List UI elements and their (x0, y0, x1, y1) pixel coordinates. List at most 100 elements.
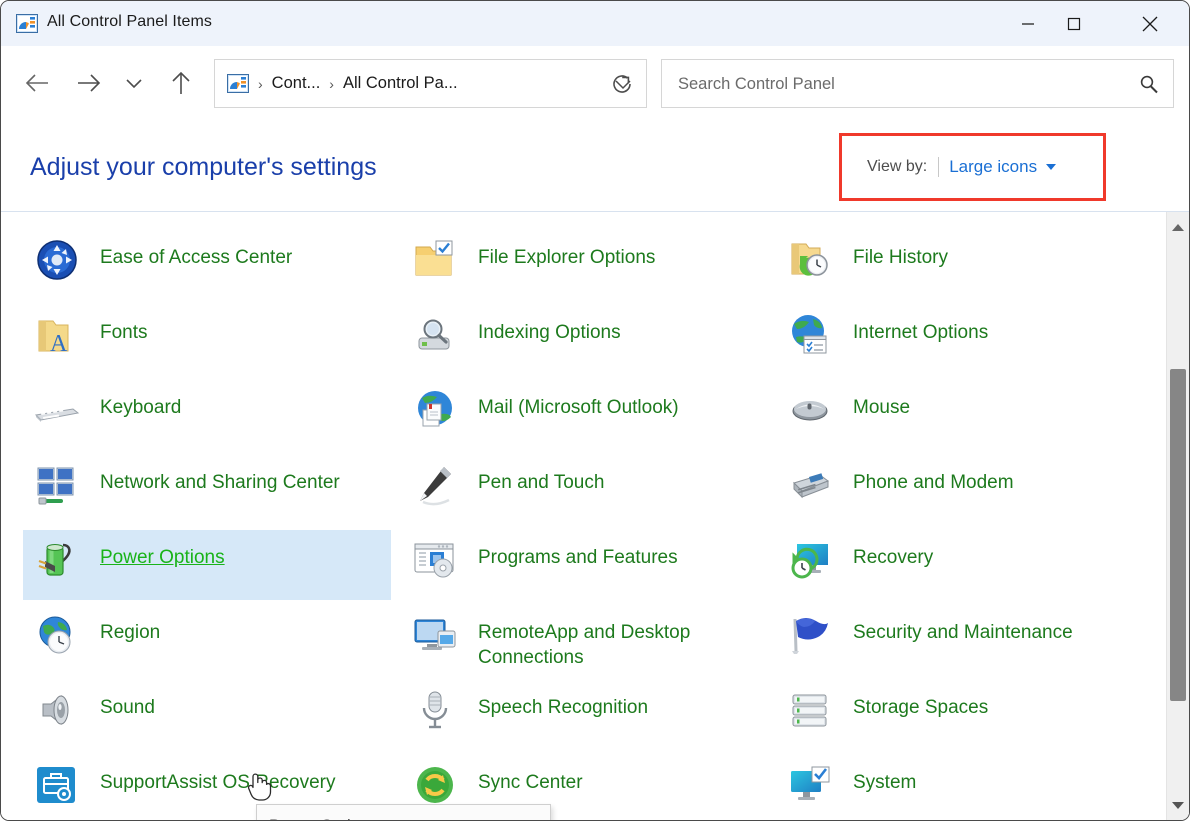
control-panel-item[interactable]: Pen and Touch (401, 455, 773, 525)
region-globe-icon (33, 611, 81, 659)
breadcrumb-separator: › (258, 76, 263, 92)
page-title: Adjust your computer's settings (30, 153, 377, 182)
mouse-icon (786, 386, 834, 434)
programs-features-icon (411, 536, 459, 584)
control-panel-item[interactable]: Programs and Features (401, 530, 773, 600)
control-panel-item[interactable]: System (776, 755, 1154, 820)
mail-icon (411, 386, 459, 434)
control-panel-item-label: Speech Recognition (478, 686, 648, 720)
control-panel-item[interactable]: Mail (Microsoft Outlook) (401, 380, 773, 450)
control-panel-item[interactable]: Storage Spaces (776, 680, 1154, 750)
scroll-down-arrow-icon[interactable] (1167, 794, 1189, 816)
scrollbar-thumb[interactable] (1170, 369, 1186, 701)
forward-button[interactable] (69, 63, 109, 103)
control-panel-item[interactable]: Keyboard (23, 380, 391, 450)
control-panel-item-label: Programs and Features (478, 536, 678, 570)
control-panel-item-label: Region (100, 611, 160, 645)
system-icon (786, 761, 834, 809)
control-panel-item[interactable]: Region (23, 605, 391, 675)
power-options-icon (33, 536, 81, 584)
search-box[interactable] (661, 59, 1174, 108)
tooltip-title: Power Options (269, 814, 538, 820)
file-history-icon (786, 236, 834, 284)
view-by-highlight-box: View by: Large icons (839, 133, 1106, 201)
tooltip: Power Options Conserve energy or maximiz… (256, 804, 551, 820)
back-button[interactable] (17, 63, 57, 103)
remoteapp-icon (411, 611, 459, 659)
control-panel-item[interactable]: Recovery (776, 530, 1154, 600)
control-panel-item-label: File History (853, 236, 948, 270)
control-panel-item-label: File Explorer Options (478, 236, 655, 270)
control-panel-item-label: Indexing Options (478, 311, 621, 345)
file-explorer-options-icon (411, 236, 459, 284)
control-panel-item-label: Phone and Modem (853, 461, 1014, 495)
control-panel-item-label: Network and Sharing Center (100, 461, 340, 495)
up-button[interactable] (161, 63, 201, 103)
control-panel-items-grid: Ease of Access Center A Fonts Keyboard (1, 212, 1189, 820)
sync-center-icon (411, 761, 459, 809)
control-panel-item[interactable]: Indexing Options (401, 305, 773, 375)
control-panel-item-label: System (853, 761, 916, 795)
control-panel-item[interactable]: Ease of Access Center (23, 230, 391, 300)
svg-text:A: A (50, 331, 68, 357)
search-input[interactable] (676, 60, 1120, 109)
control-panel-item-label: Recovery (853, 536, 933, 570)
control-panel-item[interactable]: File History (776, 230, 1154, 300)
control-panel-item-label: Ease of Access Center (100, 236, 292, 270)
keyboard-icon (33, 386, 81, 434)
control-panel-item-label: Keyboard (100, 386, 181, 420)
control-panel-item-label: Fonts (100, 311, 148, 345)
control-panel-item-label: SupportAssist OS Recovery (100, 761, 335, 795)
breadcrumb-item-control-panel[interactable]: Cont... (272, 74, 321, 93)
pen-touch-icon (411, 461, 459, 509)
control-panel-item-label: Security and Maintenance (853, 611, 1073, 645)
storage-spaces-icon (786, 686, 834, 734)
control-panel-item[interactable]: Network and Sharing Center (23, 455, 391, 525)
scroll-up-arrow-icon[interactable] (1167, 216, 1189, 238)
network-sharing-icon (33, 461, 81, 509)
control-panel-item-label: Sync Center (478, 761, 583, 795)
control-panel-item[interactable]: Sound (23, 680, 391, 750)
recent-locations-button[interactable] (119, 63, 149, 103)
control-panel-item-label: Mail (Microsoft Outlook) (478, 386, 679, 420)
control-panel-item[interactable]: RemoteApp and Desktop Connections (401, 605, 773, 675)
control-panel-item[interactable]: Mouse (776, 380, 1154, 450)
ease-of-access-icon (33, 236, 81, 284)
control-panel-item-label: Internet Options (853, 311, 988, 345)
chevron-down-icon[interactable] (1046, 164, 1056, 170)
control-panel-item-label: Mouse (853, 386, 910, 420)
title-bar: All Control Panel Items (1, 1, 1189, 47)
control-panel-item[interactable]: Security and Maintenance (776, 605, 1154, 675)
control-panel-item[interactable]: Speech Recognition (401, 680, 773, 750)
search-icon[interactable] (1137, 72, 1161, 96)
control-panel-item[interactable]: Phone and Modem (776, 455, 1154, 525)
minimize-button[interactable] (1005, 1, 1051, 46)
view-by-value[interactable]: Large icons (949, 157, 1037, 177)
control-panel-item[interactable]: A Fonts (23, 305, 391, 375)
close-button[interactable] (1127, 1, 1173, 46)
view-by-divider (938, 157, 939, 177)
vertical-scrollbar[interactable] (1166, 212, 1189, 820)
maximize-button[interactable] (1051, 1, 1097, 46)
supportassist-icon (33, 761, 81, 809)
control-panel-item[interactable]: File Explorer Options (401, 230, 773, 300)
indexing-options-icon (411, 311, 459, 359)
phone-modem-icon (786, 461, 834, 509)
control-panel-item-label: Storage Spaces (853, 686, 988, 720)
address-bar[interactable]: › Cont... › All Control Pa... (214, 59, 647, 108)
control-panel-window: All Control Panel Items (0, 0, 1190, 821)
control-panel-item[interactable]: Power Options (23, 530, 391, 600)
control-panel-item-label: Pen and Touch (478, 461, 604, 495)
control-panel-icon (16, 14, 38, 33)
window-title: All Control Panel Items (47, 13, 212, 31)
address-control-panel-icon (227, 74, 249, 93)
view-by-label: View by: (867, 158, 927, 176)
control-panel-item-label: RemoteApp and Desktop Connections (478, 611, 773, 670)
recovery-icon (786, 536, 834, 584)
breadcrumb-item-all-control-panel-items[interactable]: All Control Pa... (343, 74, 458, 93)
control-panel-item[interactable]: Internet Options (776, 305, 1154, 375)
fonts-folder-icon: A (33, 311, 81, 359)
breadcrumb-separator: › (329, 76, 334, 92)
refresh-button[interactable] (601, 63, 643, 105)
internet-options-icon (786, 311, 834, 359)
